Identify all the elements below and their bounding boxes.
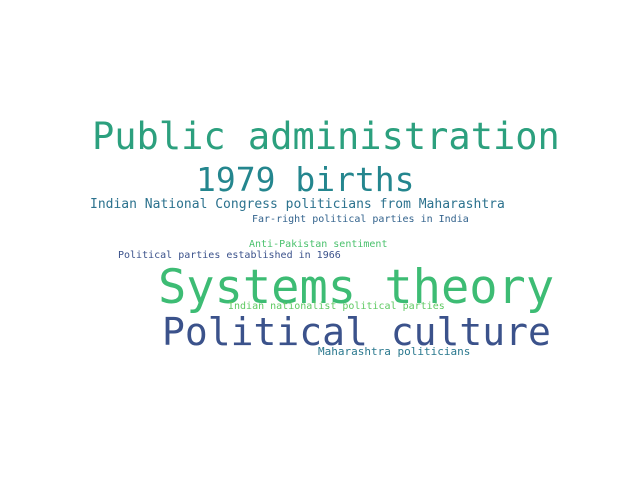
word-far-right-parties: Far-right political parties in India [252,214,469,225]
word-cloud: Public administration 1979 births Indian… [0,0,640,480]
word-maharashtra-politicians: Maharashtra politicians [318,345,471,358]
word-inc-politicians-maharashtra: Indian National Congress politicians fro… [90,197,505,212]
word-1979-births: 1979 births [196,160,415,199]
word-anti-pakistan-sentiment: Anti-Pakistan sentiment [249,239,388,250]
word-public-administration: Public administration [92,115,560,158]
